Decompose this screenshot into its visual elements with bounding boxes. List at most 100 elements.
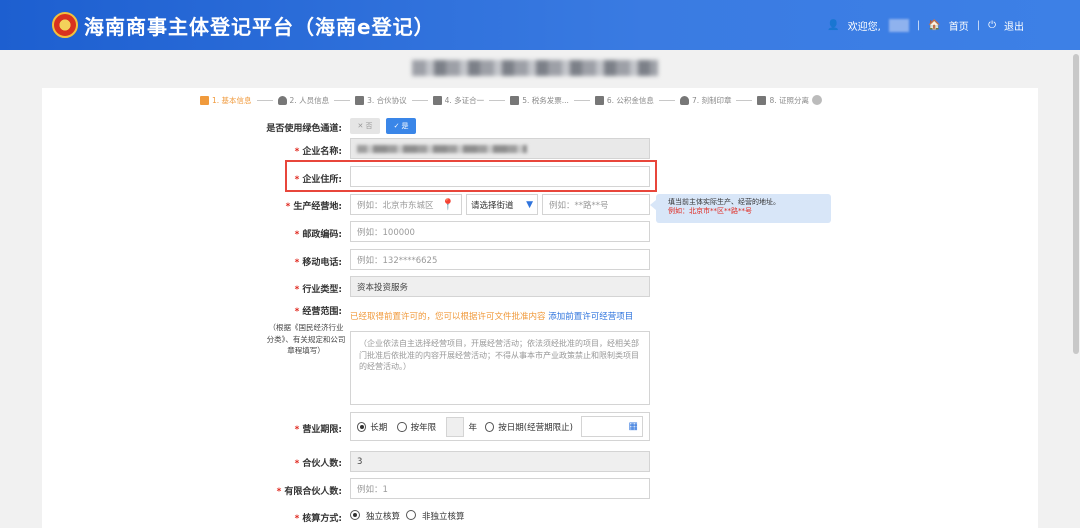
logout-link[interactable]: 退出	[1004, 18, 1024, 33]
no-label: 否	[365, 122, 373, 130]
top-nav: 👤 欢迎您, | 🏠 首页 | ⏻ 退出	[827, 18, 1024, 33]
step-seal[interactable]: 7. 刻制印章	[679, 95, 732, 106]
district-input[interactable]: 例如：北京市东城区 📍	[350, 194, 462, 215]
step-housing-fund[interactable]: 6. 公积金信息	[594, 95, 654, 106]
step-connector	[736, 99, 753, 101]
step-connector	[256, 99, 273, 101]
company-name-label: * 企业名称:	[294, 147, 342, 157]
step-connector	[573, 99, 590, 101]
step-license-separation[interactable]: 8. 证照分离	[757, 95, 823, 106]
pre-license-notice: 已经取得前置许可的，您可以根据许可文件批准内容 添加前置许可经营项目	[350, 310, 633, 322]
step-connector	[334, 99, 351, 101]
chart-icon	[200, 95, 209, 105]
step-connector	[411, 99, 428, 101]
notice-text: 已经取得前置许可的，您可以根据许可文件批准内容	[350, 312, 546, 322]
app-title: 海南商事主体登记平台（海南e登记）	[84, 15, 435, 39]
check-icon: ✓	[393, 122, 400, 130]
yes-label: 是	[401, 122, 409, 130]
tooltip-example: 例如：北京市**区**路**号	[668, 207, 752, 216]
step-basic-info[interactable]: 1. 基本信息	[200, 95, 252, 106]
independent-accounting-radio[interactable]	[350, 510, 360, 520]
welcome-text: 欢迎您,	[847, 22, 881, 33]
end-date-input[interactable]: ▦	[580, 416, 643, 437]
highlight-annotation	[285, 160, 657, 192]
step-label: 4. 多证合一	[444, 95, 485, 105]
limited-partner-count-label: * 有限合伙人数:	[276, 487, 342, 497]
non-independent-accounting-radio[interactable]	[406, 510, 417, 520]
partner-count-label: * 合伙人数:	[294, 459, 342, 469]
step-connector	[658, 99, 675, 101]
username-redacted	[888, 19, 909, 32]
year-unit-label: 年	[468, 422, 477, 433]
page-scrollbar[interactable]	[1072, 50, 1080, 518]
step-label: 2. 人员信息	[289, 95, 330, 105]
stamp-icon	[679, 95, 689, 105]
by-date-radio[interactable]	[485, 421, 495, 432]
step-label: 5. 税务发票...	[522, 95, 569, 105]
company-name-redacted	[357, 144, 527, 153]
add-pre-license-link[interactable]: 添加前置许可经营项目	[548, 312, 633, 322]
long-term-radio[interactable]	[357, 421, 367, 432]
partner-count-field: 3	[350, 451, 650, 472]
user-icon: 👤	[827, 20, 840, 31]
step-progress: 1. 基本信息 2. 人员信息 3. 合伙协议 4. 多证合一 5. 税务发票.…	[200, 93, 823, 107]
business-term-label: * 营业期限:	[294, 425, 342, 435]
business-term-options: 长期 按年限 年 按日期(经营期限止) ▦	[350, 412, 650, 441]
invoice-icon	[510, 95, 520, 105]
top-header: 海南商事主体登记平台（海南e登记） 👤 欢迎您, | 🏠 首页 | ⏻ 退出	[0, 0, 1080, 50]
street-detail-input[interactable]: 例如：**路**号	[542, 194, 650, 215]
green-channel-label: 是否使用绿色通道:	[266, 124, 342, 134]
scope-side-note: （根据《国民经济行业分类》、有关规定和公司章程填写）	[266, 323, 346, 356]
industry-label: * 行业类型:	[294, 285, 342, 295]
mobile-input[interactable]: 例如：132****6625	[350, 249, 650, 270]
dropdown-arrow-icon: ▼	[526, 199, 533, 210]
certificate-icon	[432, 95, 442, 105]
by-years-label: 按年限	[410, 422, 437, 433]
non-independent-accounting-label: 非独立核算	[422, 512, 465, 522]
nav-separator: |	[916, 20, 921, 31]
production-address-label: * 生产经营地:	[285, 202, 342, 212]
by-years-radio[interactable]	[397, 421, 407, 432]
x-icon: ✕	[357, 122, 364, 130]
page-heading-redacted	[412, 60, 658, 76]
address-hint-tooltip: 填当前主体实际生产、经营的地址。 例如：北京市**区**路**号	[650, 194, 831, 223]
step-agreement[interactable]: 3. 合伙协议	[355, 95, 407, 106]
step-label: 3. 合伙协议	[367, 95, 407, 105]
document-icon	[355, 95, 365, 105]
step-tax-invoice[interactable]: 5. 税务发票...	[510, 95, 569, 106]
accounting-options: 独立核算 非独立核算	[350, 510, 465, 522]
power-icon[interactable]: ⏻	[988, 20, 996, 31]
nav-separator: |	[976, 20, 981, 31]
business-scope-textarea[interactable]: （企业依法自主选择经营项目，开展经营活动；依法须经批准的项目，经相关部门批准后依…	[350, 331, 650, 405]
limited-partner-count-input[interactable]: 例如：1	[350, 478, 650, 499]
long-term-label: 长期	[370, 422, 388, 433]
step-label: 7. 刻制印章	[691, 95, 732, 105]
postal-code-label: * 邮政编码:	[294, 230, 342, 240]
mobile-label: * 移动电话:	[294, 258, 342, 268]
step-label: 8. 证照分离	[769, 95, 810, 105]
green-channel-no-button[interactable]: ✕ 否	[350, 118, 380, 134]
postal-code-input[interactable]: 例如：100000	[350, 221, 650, 242]
fund-icon	[594, 95, 604, 105]
years-input[interactable]	[446, 416, 465, 437]
green-channel-yes-button[interactable]: ✓ 是	[386, 118, 416, 134]
step-label: 1. 基本信息	[212, 95, 252, 105]
company-name-field	[350, 138, 650, 159]
home-link[interactable]: 首页	[949, 18, 969, 33]
person-icon	[277, 95, 287, 105]
step-connector	[489, 99, 506, 101]
calendar-icon[interactable]: ▦	[629, 421, 638, 432]
license-icon	[757, 95, 767, 105]
industry-field: 资本投资服务	[350, 276, 650, 297]
by-date-label: 按日期(经营期限止)	[498, 422, 573, 433]
independent-accounting-label: 独立核算	[366, 512, 401, 522]
step-personnel[interactable]: 2. 人员信息	[277, 95, 330, 106]
business-scope-label: * 经营范围:	[294, 307, 342, 317]
street-select[interactable]: 请选择街道 ▼	[466, 194, 538, 215]
location-pin-icon[interactable]: 📍	[441, 198, 455, 211]
step-multi-cert[interactable]: 4. 多证合一	[432, 95, 485, 106]
step-label: 6. 公积金信息	[606, 95, 654, 105]
home-icon[interactable]: 🏠	[928, 20, 940, 31]
close-circle-icon	[812, 95, 823, 105]
scrollbar-thumb[interactable]	[1073, 54, 1079, 354]
